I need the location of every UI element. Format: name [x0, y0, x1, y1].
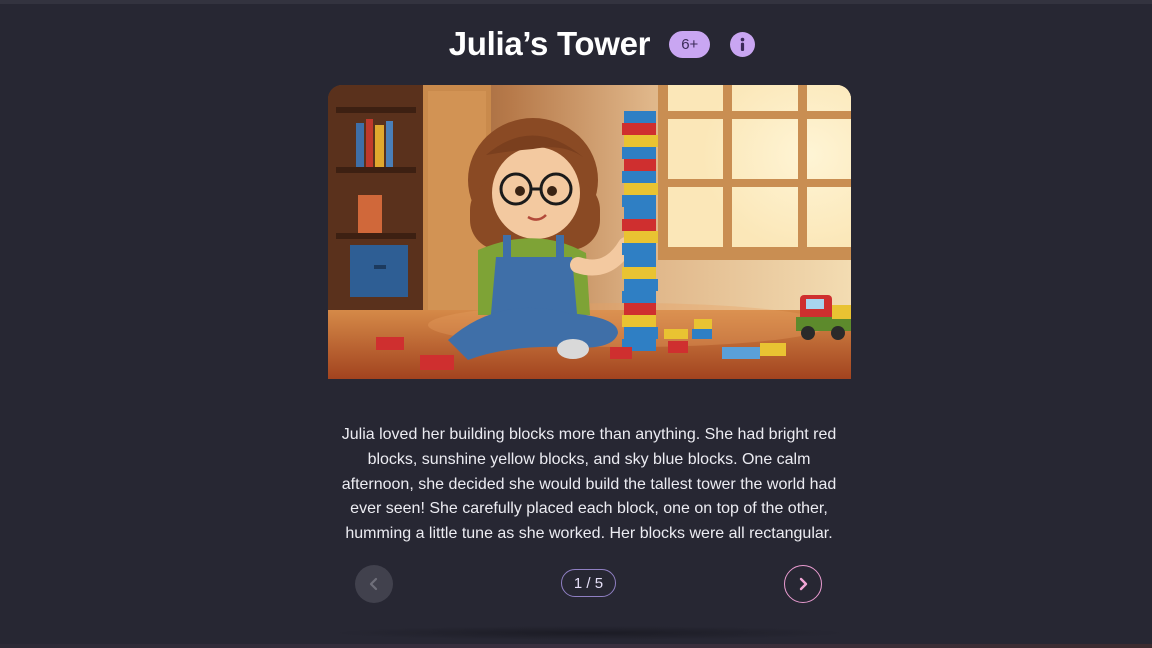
story-illustration [328, 85, 851, 379]
top-edge [0, 0, 1152, 4]
prev-page-button[interactable] [355, 565, 393, 603]
info-icon [740, 37, 745, 51]
page-counter: 1 / 5 [561, 569, 616, 597]
age-badge: 6+ [669, 30, 711, 58]
next-page-button[interactable] [784, 565, 822, 603]
bottom-edge [0, 644, 1152, 648]
story-reader: Julia’s Tower 6+ Julia loved her buildin… [0, 0, 1152, 648]
story-header: Julia’s Tower 6+ [0, 22, 1152, 66]
info-button[interactable] [730, 31, 756, 57]
page-navigation: 1 / 5 [0, 564, 1152, 604]
illustration-art [328, 85, 851, 379]
chevron-right-icon [799, 577, 808, 591]
story-title: Julia’s Tower [448, 25, 651, 62]
chevron-left-icon [369, 577, 378, 591]
bottom-shadow [330, 626, 850, 640]
story-text: Julia loved her building blocks more tha… [341, 426, 837, 543]
